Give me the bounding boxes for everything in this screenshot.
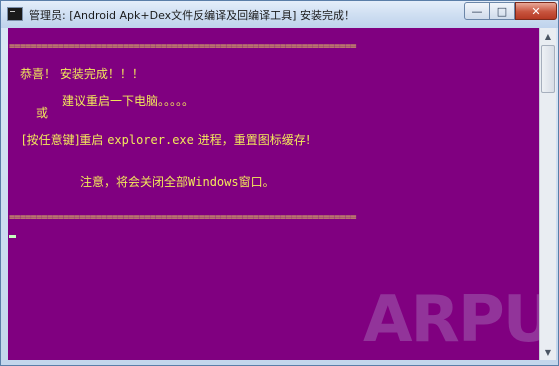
or-text: 或 xyxy=(36,106,49,120)
warning-line: 注意，将会关闭全部Windows窗口。 xyxy=(80,173,275,190)
close-button[interactable]: ✕ xyxy=(515,2,557,20)
console-window: 管理员: [Android Apk+Dex文件反编译及回编译工具] 安装完成！ … xyxy=(0,0,559,366)
explorer-command: explorer.exe xyxy=(107,133,194,147)
success-message: 恭喜！ 安装完成！！！ xyxy=(20,67,144,81)
windows-word: Windows xyxy=(188,175,239,189)
maximize-button[interactable]: □ xyxy=(490,2,515,20)
separator-bottom: ========================================… xyxy=(9,212,357,223)
text-cursor xyxy=(9,235,16,238)
window-title: 管理员: [Android Apk+Dex文件反编译及回编译工具] 安装完成！ xyxy=(29,9,355,22)
warning-suffix: 窗口。 xyxy=(238,175,275,189)
restart-explorer-line: [按任意键]重启 explorer.exe 进程，重置图标缓存! xyxy=(22,131,311,148)
watermark-logo: ARPUN xyxy=(363,283,539,357)
console-icon xyxy=(7,7,23,21)
console-output[interactable]: ========================================… xyxy=(8,28,539,360)
scroll-up-icon[interactable]: ▲ xyxy=(540,28,556,44)
scroll-down-icon[interactable]: ▼ xyxy=(540,344,556,360)
scroll-thumb[interactable] xyxy=(541,45,555,93)
restart-suggestion: 建议重启一下电脑。。。。。 xyxy=(62,94,195,108)
title-bar[interactable]: 管理员: [Android Apk+Dex文件反编译及回编译工具] 安装完成！ … xyxy=(1,1,558,28)
restart-explorer-suffix: 进程，重置图标缓存! xyxy=(193,133,311,147)
separator-top: ========================================… xyxy=(9,41,357,52)
minimize-button[interactable]: — xyxy=(464,2,490,20)
warning-prefix: 注意，将会关闭全部 xyxy=(80,175,189,189)
vertical-scrollbar[interactable]: ▲ ▼ xyxy=(539,28,556,360)
restart-explorer-prefix: [按任意键]重启 xyxy=(22,133,108,147)
